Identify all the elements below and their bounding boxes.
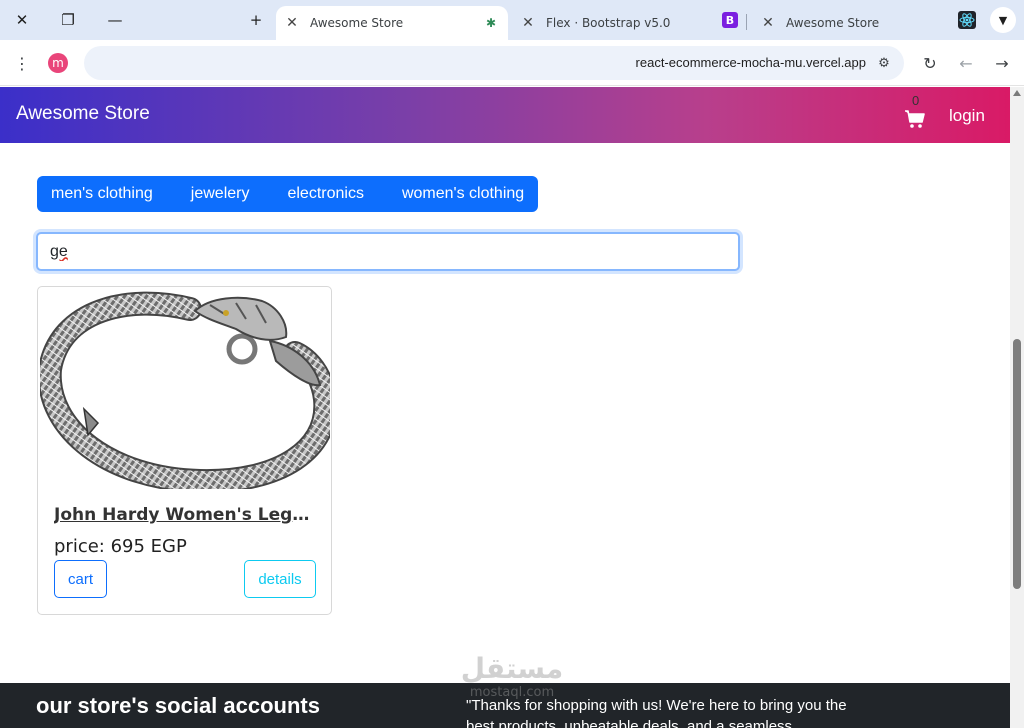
watermark-logo: مستقل mostaql.com xyxy=(461,652,563,700)
cart-count-badge: 0 xyxy=(912,93,920,108)
tab-separator xyxy=(746,14,747,30)
product-price: price: 695 EGP xyxy=(54,536,187,557)
site-settings-icon[interactable]: ⚙ xyxy=(874,53,894,73)
footer-social-title: our store's social accounts xyxy=(36,693,320,718)
leaf-icon: ✱ xyxy=(485,16,496,30)
svg-text:mostaql.com: mostaql.com xyxy=(470,685,554,700)
category-jewelery[interactable]: jewelery xyxy=(191,185,250,203)
store-brand[interactable]: Awesome Store xyxy=(16,103,150,125)
shopping-cart-icon xyxy=(905,110,925,128)
tab-awesome-store[interactable]: ✕ Awesome Store xyxy=(756,6,946,40)
bootstrap-favicon-icon: B xyxy=(722,12,738,28)
store-navbar: Awesome Store 0 login xyxy=(0,87,1010,143)
tab-title: Awesome Store xyxy=(310,16,404,30)
category-filter-bar: men's clothing jewelery electronics wome… xyxy=(37,176,539,212)
reload-icon[interactable]: ↻ xyxy=(918,51,942,75)
details-button[interactable]: details xyxy=(244,560,316,598)
new-tab-icon[interactable]: + xyxy=(243,8,269,32)
react-favicon-icon xyxy=(958,11,976,29)
tab-title: Awesome Store xyxy=(786,16,880,30)
page-scrollbar[interactable] xyxy=(1010,87,1024,728)
tab-close-icon[interactable]: ✕ xyxy=(284,15,300,31)
tab-title: Flex · Bootstrap v5.0 xyxy=(546,16,671,30)
tab-flex-bootstrap[interactable]: ✕ Flex · Bootstrap v5.0 xyxy=(518,6,708,40)
profile-avatar[interactable]: m xyxy=(48,53,68,73)
scroll-up-arrow-icon[interactable] xyxy=(1013,90,1021,96)
tab-close-icon[interactable]: ✕ xyxy=(760,15,776,31)
url-text: react-ecommerce-mocha-mu.vercel.app xyxy=(635,55,866,70)
address-bar[interactable]: react-ecommerce-mocha-mu.vercel.app ⚙ xyxy=(84,46,904,80)
menu-kebab-icon[interactable]: ⋮ xyxy=(10,51,34,75)
product-image[interactable] xyxy=(40,289,330,489)
minimize-window-icon[interactable]: — xyxy=(102,8,128,32)
tab-close-icon[interactable]: ✕ xyxy=(520,15,536,31)
product-title[interactable]: John Hardy Women's Legends Naga Gold & S… xyxy=(54,505,319,525)
cart-link[interactable]: 0 xyxy=(904,93,928,131)
svg-text:مستقل: مستقل xyxy=(461,652,563,685)
forward-arrow-icon[interactable]: → xyxy=(990,51,1014,75)
product-card: John Hardy Women's Legends Naga Gold & S… xyxy=(37,286,332,615)
page-viewport: Awesome Store 0 login men's clothing jew… xyxy=(0,87,1010,728)
login-link[interactable]: login xyxy=(949,106,985,126)
browser-tab-strip: ✕ ❐ — + ✕ Awesome Store ✱ ✕ Flex · Boots… xyxy=(0,0,1024,40)
add-to-cart-button[interactable]: cart xyxy=(54,560,107,598)
category-mens-clothing[interactable]: men's clothing xyxy=(51,185,153,203)
tab-search-chevron-down-icon[interactable]: ▼ xyxy=(990,7,1016,33)
back-arrow-icon[interactable]: ← xyxy=(954,51,978,75)
category-electronics[interactable]: electronics xyxy=(287,185,363,203)
category-womens-clothing[interactable]: women's clothing xyxy=(402,185,524,203)
scrollbar-thumb[interactable] xyxy=(1013,339,1021,589)
tab-awesome-store-active[interactable]: ✕ Awesome Store ✱ xyxy=(276,6,508,40)
restore-window-icon[interactable]: ❐ xyxy=(55,8,81,32)
close-window-icon[interactable]: ✕ xyxy=(9,8,35,32)
search-input[interactable] xyxy=(36,232,740,271)
